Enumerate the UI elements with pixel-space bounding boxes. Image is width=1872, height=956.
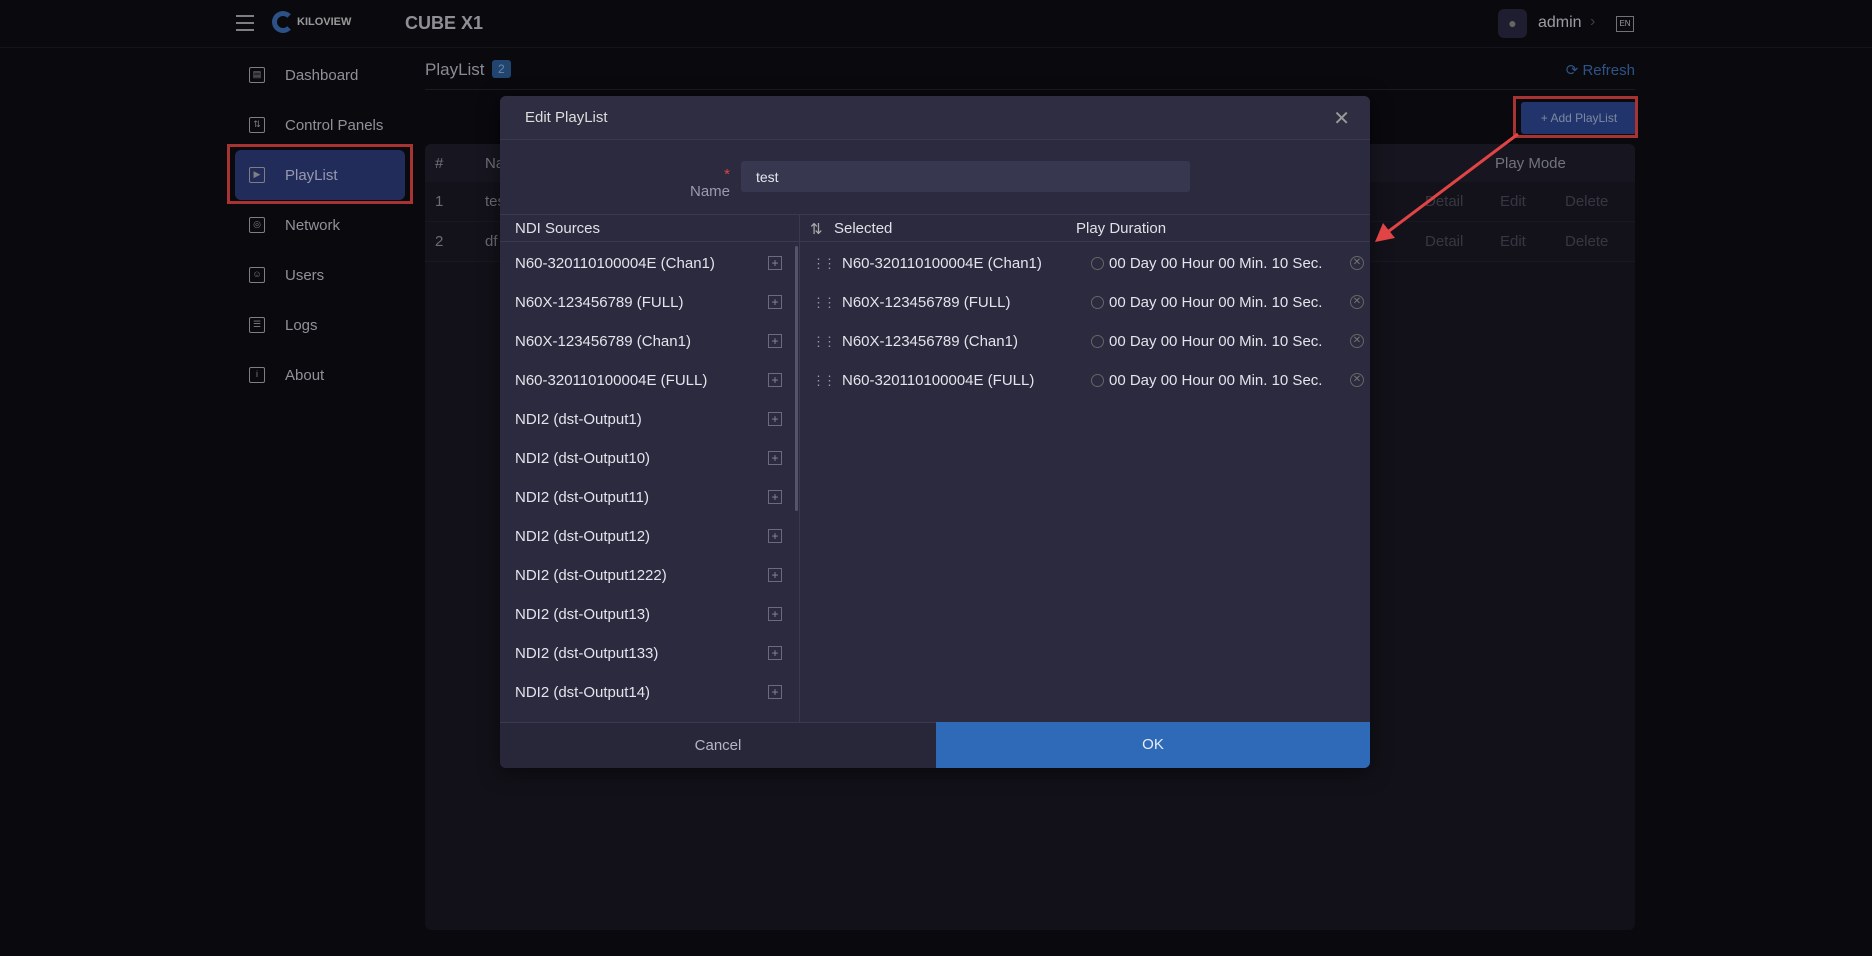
annotation-arrow [1375, 132, 1519, 242]
